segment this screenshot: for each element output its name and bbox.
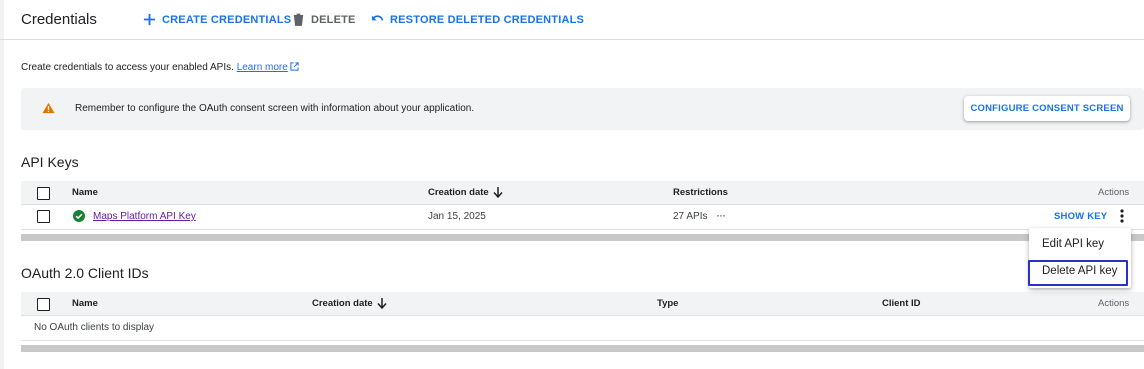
column-restrictions[interactable]: Restrictions bbox=[673, 187, 728, 198]
intro-text: Create credentials to access your enable… bbox=[21, 62, 299, 73]
oauth-column-creation-date[interactable]: Creation date bbox=[312, 298, 373, 309]
oauth-column-type[interactable]: Type bbox=[657, 298, 678, 309]
trash-icon bbox=[293, 13, 304, 26]
restore-label: RESTORE DELETED CREDENTIALS bbox=[390, 13, 585, 26]
check-circle-icon bbox=[73, 210, 85, 222]
oauth-column-actions: Actions bbox=[1098, 298, 1130, 309]
external-link-icon bbox=[290, 62, 299, 71]
oauth-column-client-id[interactable]: Client ID bbox=[882, 298, 921, 309]
warning-icon bbox=[42, 102, 55, 114]
learn-more-link[interactable]: Learn more bbox=[237, 62, 288, 73]
api-keys-table-header bbox=[21, 181, 1144, 205]
banner-text: Remember to configure the OAuth consent … bbox=[75, 103, 475, 114]
show-key-button[interactable]: SHOW KEY bbox=[1054, 211, 1107, 222]
oauth-column-name[interactable]: Name bbox=[72, 298, 98, 309]
undo-icon bbox=[371, 15, 383, 21]
delete-button[interactable]: DELETE bbox=[292, 13, 356, 26]
column-name[interactable]: Name bbox=[72, 187, 98, 198]
column-creation-date[interactable]: Creation date bbox=[428, 187, 489, 198]
sort-descending-icon[interactable] bbox=[493, 187, 503, 198]
column-actions: Actions bbox=[1098, 187, 1130, 198]
horizontal-scrollbar[interactable] bbox=[21, 234, 1144, 241]
left-edge bbox=[0, 0, 4, 369]
oauth-select-all-checkbox[interactable] bbox=[37, 298, 50, 311]
oauth-table-header bbox=[21, 292, 1144, 316]
row-checkbox[interactable] bbox=[37, 210, 50, 223]
delete-label: DELETE bbox=[311, 13, 356, 26]
intro-description: Create credentials to access your enable… bbox=[21, 62, 234, 73]
edit-api-key-menu-item[interactable]: Edit API key bbox=[1042, 238, 1104, 250]
create-credentials-label: CREATE CREDENTIALS bbox=[162, 13, 292, 26]
create-credentials-button[interactable]: CREATE CREDENTIALS bbox=[143, 13, 291, 26]
api-key-restrictions: 27 APIs bbox=[673, 211, 708, 222]
oauth-title: OAuth 2.0 Client IDs bbox=[21, 265, 149, 281]
restrictions-more-button[interactable]: ··· bbox=[716, 208, 726, 222]
plus-icon bbox=[143, 13, 156, 26]
api-key-name-link[interactable]: Maps Platform API Key bbox=[93, 211, 196, 222]
page-title: Credentials bbox=[21, 11, 97, 28]
configure-consent-screen-button[interactable]: CONFIGURE CONSENT SCREEN bbox=[964, 96, 1130, 121]
highlight-box bbox=[1028, 260, 1128, 286]
restore-deleted-credentials-button[interactable]: RESTORE DELETED CREDENTIALS bbox=[371, 13, 584, 26]
more-vert-icon[interactable] bbox=[1120, 209, 1124, 223]
api-key-creation-date: Jan 15, 2025 bbox=[428, 211, 486, 222]
empty-message: No OAuth clients to display bbox=[34, 322, 155, 333]
learn-more-label: Learn more bbox=[236, 62, 288, 73]
select-all-checkbox[interactable] bbox=[37, 187, 50, 200]
api-keys-title: API Keys bbox=[21, 154, 79, 170]
sort-descending-icon[interactable] bbox=[377, 298, 387, 309]
empty-row bbox=[21, 316, 1144, 341]
oauth-horizontal-scrollbar[interactable] bbox=[21, 345, 1144, 352]
